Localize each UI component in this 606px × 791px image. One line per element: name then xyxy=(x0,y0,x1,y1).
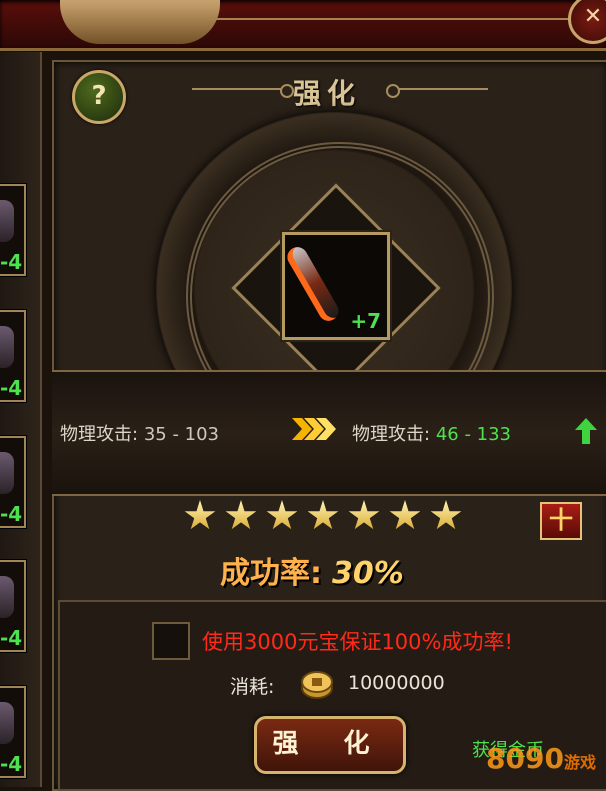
header-trim xyxy=(210,18,576,20)
guarantee-text: 使用3000元宝保证100%成功率! xyxy=(202,630,513,654)
stat-after: 物理攻击: 46 - 133 xyxy=(352,420,511,446)
equipment-slot-level: -4 xyxy=(0,250,23,274)
item-slot[interactable]: +7 xyxy=(282,232,390,340)
star-icon xyxy=(266,500,298,530)
panel-title: 强化 xyxy=(292,77,361,110)
add-star-button[interactable]: 十 xyxy=(540,502,582,540)
watermark-sub: 游戏 xyxy=(563,753,596,772)
watermark-logo: 8090游戏 xyxy=(486,742,596,775)
equipment-slot-level: -4 xyxy=(0,626,23,650)
gold-coin-icon xyxy=(301,671,333,699)
star-rating xyxy=(184,500,462,540)
equipment-thumbnail-icon xyxy=(0,576,14,618)
stat-label-after: 物理攻击: xyxy=(352,424,431,445)
header-ornament xyxy=(60,0,220,44)
star-icon xyxy=(348,500,380,530)
enhance-button[interactable]: 强 化 xyxy=(254,716,406,774)
success-rate-label: 成功率: xyxy=(220,556,322,591)
equipment-thumbnail-icon xyxy=(0,452,14,494)
stat-after-range: 46 - 133 xyxy=(435,424,512,445)
star-icon xyxy=(225,500,257,530)
cost-label: 消耗: xyxy=(230,676,275,698)
equipment-slot-level: -4 xyxy=(0,502,23,526)
stat-before-range: 35 - 103 xyxy=(143,424,220,445)
guarantee-checkbox[interactable] xyxy=(152,622,190,660)
star-icon xyxy=(184,500,216,530)
cost-value: 10000000 xyxy=(348,672,445,694)
title-ornament-right xyxy=(386,84,488,98)
close-button[interactable]: ✕ xyxy=(568,0,606,44)
watermark-main: 8090 xyxy=(486,742,564,775)
stat-before: 物理攻击: 35 - 103 xyxy=(60,420,219,446)
star-icon xyxy=(430,500,462,530)
star-icon xyxy=(389,500,421,530)
window-header: ✕ xyxy=(0,0,606,51)
equipment-slot-level: -4 xyxy=(0,752,23,776)
equipment-list xyxy=(0,52,42,787)
success-rate: 成功率: 30% xyxy=(220,548,404,592)
upgrade-arrow-icon xyxy=(292,418,336,440)
increase-arrow-icon xyxy=(575,418,597,444)
star-icon xyxy=(307,500,339,530)
equipment-thumbnail-icon xyxy=(0,200,14,242)
equipment-slot-level: -4 xyxy=(0,376,23,400)
stat-label-before: 物理攻击: xyxy=(60,424,139,445)
sword-icon xyxy=(283,243,343,325)
success-rate-value: 30% xyxy=(332,556,404,591)
equipment-thumbnail-icon xyxy=(0,326,14,368)
item-level: +7 xyxy=(350,309,381,333)
equipment-thumbnail-icon xyxy=(0,702,14,744)
